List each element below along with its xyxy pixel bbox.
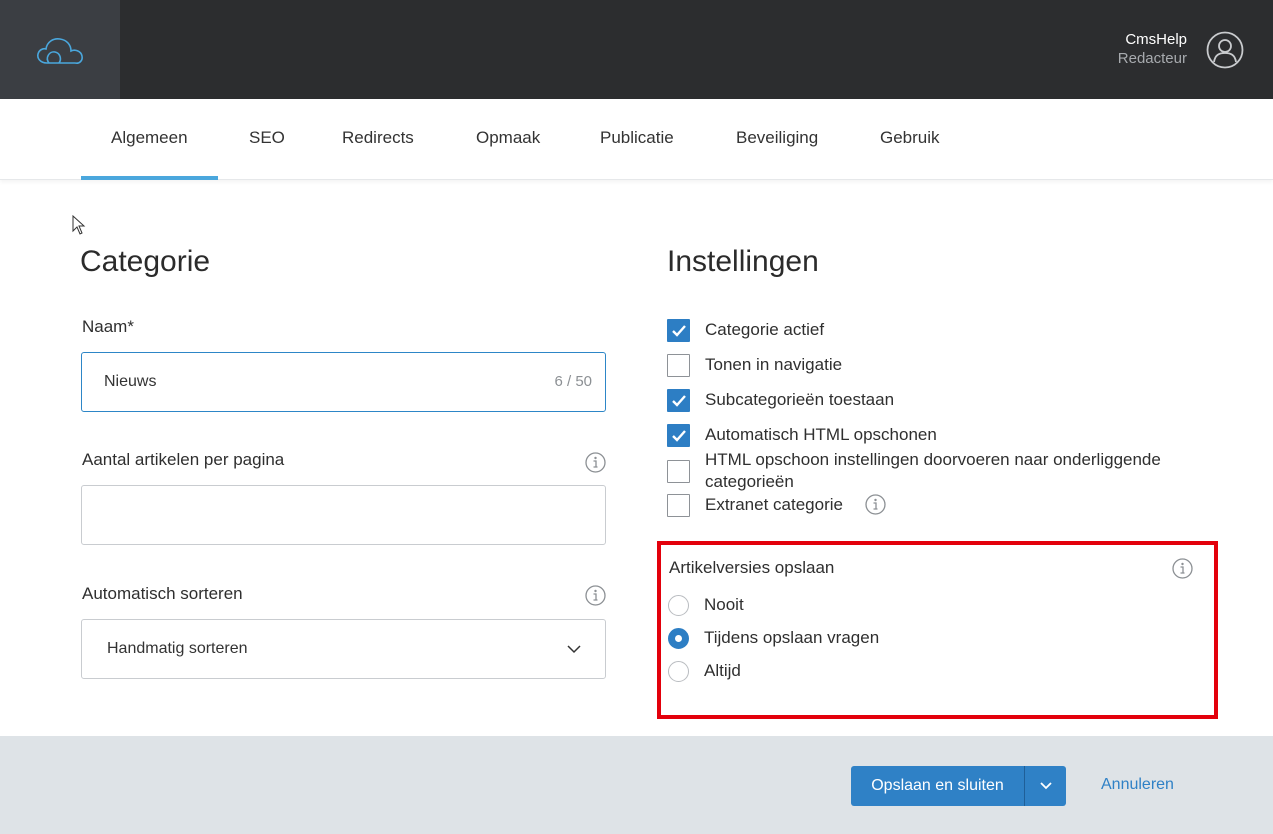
category-heading: Categorie (80, 245, 211, 278)
checkbox-label: Categorie actief (705, 320, 825, 339)
article-versions-group: Artikelversies opslaan Nooit Tijdens ops… (657, 541, 1218, 719)
checkbox[interactable] (667, 319, 690, 342)
user-role: Redacteur (1117, 50, 1187, 67)
checkbox[interactable] (667, 460, 690, 483)
radio-button[interactable] (668, 628, 689, 649)
save-and-close-button-group: Opslaan en sluiten (851, 766, 1066, 806)
checkbox-label: Tonen in navigatie (705, 355, 843, 374)
save-and-close-button[interactable]: Opslaan en sluiten (851, 766, 1024, 806)
user-name: CmsHelp (1125, 31, 1187, 48)
save-options-dropdown-button[interactable] (1024, 766, 1066, 806)
radio-button[interactable] (668, 595, 689, 616)
tab-redirects[interactable]: Redirects (312, 99, 444, 180)
name-field[interactable]: Nieuws 6 / 50 (81, 352, 606, 412)
logo[interactable] (0, 0, 120, 99)
checkbox-label: Automatisch HTML opschonen (705, 425, 937, 444)
mouse-cursor-icon (72, 215, 86, 235)
article-versions-title: Artikelversies opslaan (669, 558, 835, 577)
tab-gebruik[interactable]: Gebruik (850, 99, 970, 180)
tab-beveiliging[interactable]: Beveiliging (706, 99, 848, 180)
per-page-label: Aantal artikelen per pagina (82, 450, 285, 469)
checkmark-icon (672, 395, 686, 407)
radio-label: Nooit (704, 595, 744, 614)
top-bar: CmsHelp Redacteur (0, 0, 1273, 99)
user-avatar-icon[interactable] (1206, 31, 1244, 69)
sort-label: Automatisch sorteren (82, 584, 243, 603)
footer-bar: Opslaan en sluiten Annuleren (0, 736, 1273, 834)
info-icon[interactable] (1172, 558, 1193, 579)
checkbox[interactable] (667, 389, 690, 412)
sort-select-value: Handmatig sorteren (107, 640, 248, 657)
radio-label: Altijd (704, 661, 741, 680)
info-icon[interactable] (865, 494, 886, 515)
checkmark-icon (672, 430, 686, 442)
sort-select[interactable]: Handmatig sorteren (81, 619, 606, 679)
info-icon[interactable] (585, 452, 606, 473)
settings-heading: Instellingen (667, 245, 819, 278)
chevron-down-icon (1040, 782, 1052, 790)
user-info[interactable]: CmsHelp Redacteur (1118, 30, 1187, 68)
chevron-down-icon (567, 645, 581, 654)
per-page-field[interactable] (81, 485, 606, 545)
checkbox-label: Subcategorieën toestaan (705, 390, 895, 409)
checkbox[interactable] (667, 494, 690, 517)
checkbox[interactable] (667, 424, 690, 447)
checkbox-label: Extranet categorie (705, 495, 843, 514)
name-field-value: Nieuws (104, 373, 157, 390)
cloud-logo-icon (37, 37, 83, 64)
tab-seo[interactable]: SEO (219, 99, 315, 180)
info-icon[interactable] (585, 585, 606, 606)
tab-publicatie[interactable]: Publicatie (570, 99, 704, 180)
tab-bar: Algemeen SEO Redirects Opmaak Publicatie… (0, 99, 1273, 180)
name-label: Naam* (82, 317, 134, 336)
checkbox-label: HTML opschoon instellingen doorvoeren na… (705, 450, 1161, 491)
name-char-counter: 6 / 50 (554, 373, 592, 390)
cancel-link[interactable]: Annuleren (1101, 776, 1174, 794)
radio-button[interactable] (668, 661, 689, 682)
checkmark-icon (672, 325, 686, 337)
radio-label: Tijdens opslaan vragen (704, 628, 880, 647)
tab-algemeen[interactable]: Algemeen (81, 99, 218, 180)
tab-opmaak[interactable]: Opmaak (446, 99, 570, 180)
checkbox[interactable] (667, 354, 690, 377)
